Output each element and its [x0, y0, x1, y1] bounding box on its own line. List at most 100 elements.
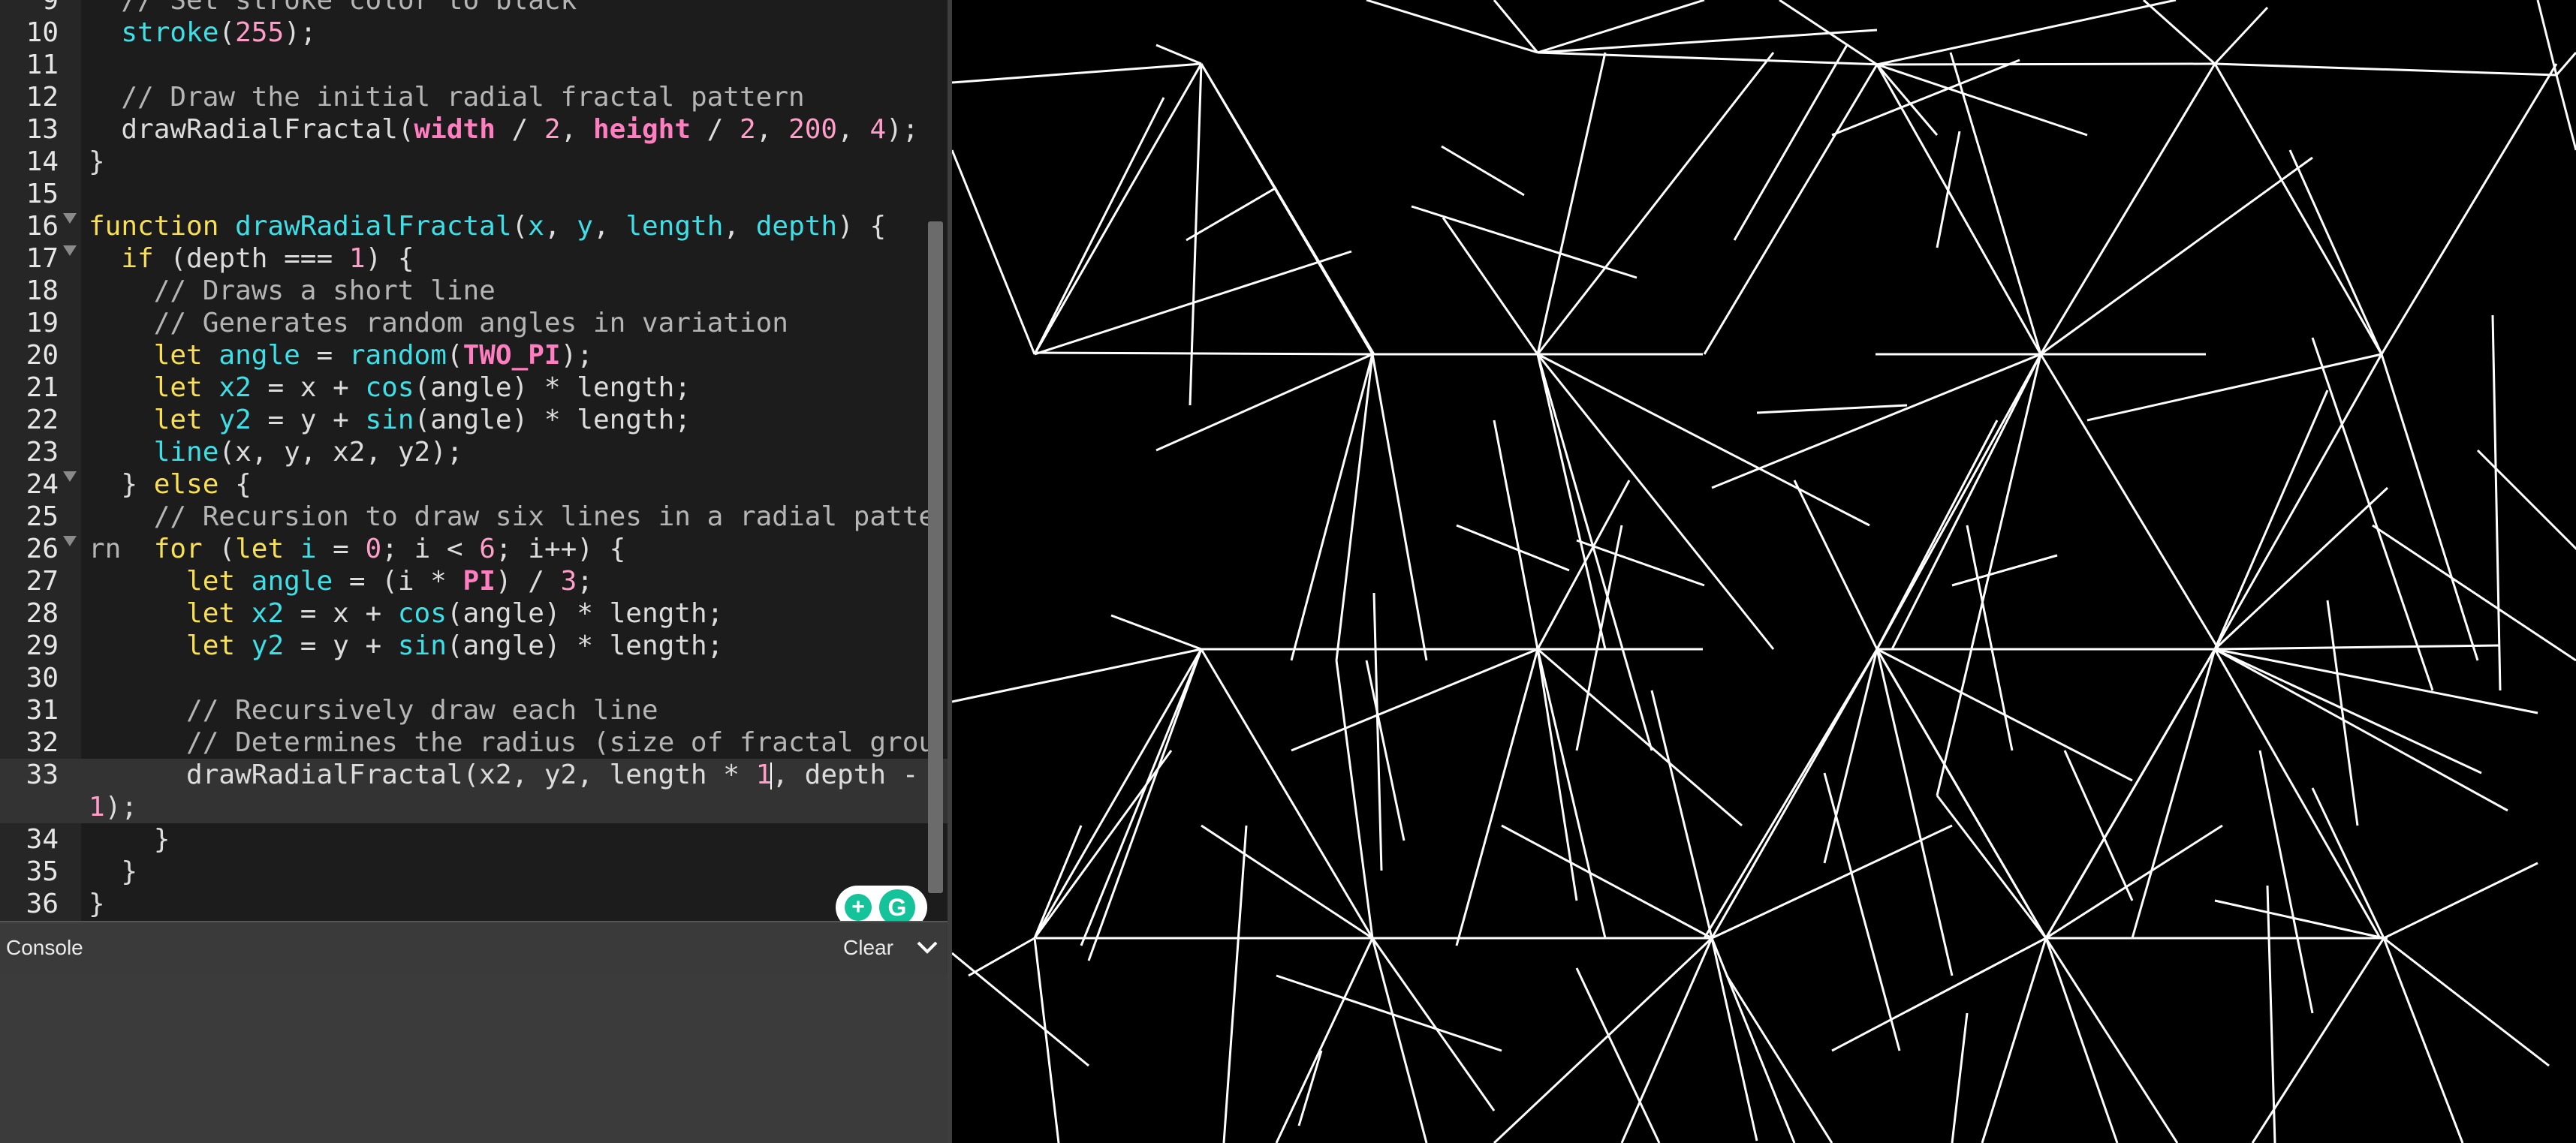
- code-line[interactable]: 16 function drawRadialFractal(x, y, lengt…: [0, 210, 948, 242]
- grammarly-logo-icon[interactable]: G: [879, 889, 915, 921]
- line-number: 30: [26, 663, 59, 693]
- code-line[interactable]: 17 if (depth === 1) {: [0, 242, 948, 275]
- code-text[interactable]: stroke(255);: [89, 17, 948, 49]
- console-header: Console Clear: [0, 921, 948, 975]
- code-token: // Draw the initial radial fractal patte…: [121, 82, 805, 113]
- code-text[interactable]: // Generates random angles in variation: [89, 307, 948, 339]
- fold-arrow-icon[interactable]: [63, 245, 77, 256]
- code-text[interactable]: }: [89, 146, 948, 178]
- code-line[interactable]: 36}: [0, 888, 948, 920]
- code-text[interactable]: for (let i = 0; i < 6; i++) {: [89, 533, 948, 565]
- code-line[interactable]: 10 stroke(255);: [0, 17, 948, 49]
- code-line[interactable]: 35 }: [0, 856, 948, 888]
- code-line[interactable]: 20 let angle = random(TWO_PI);: [0, 339, 948, 371]
- code-text[interactable]: let x2 = x + cos(angle) * length;: [89, 371, 948, 404]
- code-text[interactable]: }: [89, 823, 948, 856]
- code-text[interactable]: // Recursively draw each line: [89, 694, 948, 726]
- code-token: i: [300, 534, 317, 564]
- code-token: random: [348, 340, 447, 371]
- code-text[interactable]: let x2 = x + cos(angle) * length;: [89, 597, 948, 630]
- code-text[interactable]: drawRadialFractal(x2, y2, length * 1, de…: [89, 759, 948, 823]
- code-token: , depth -: [772, 759, 935, 790]
- code-token: // Recursively draw each line: [186, 695, 658, 726]
- code-text[interactable]: let y2 = y + sin(angle) * length;: [89, 404, 948, 436]
- code-line[interactable]: 29 let y2 = y + sin(angle) * length;: [0, 630, 948, 662]
- line-number: 27: [26, 566, 59, 597]
- fold-arrow-icon[interactable]: [63, 536, 77, 546]
- code-token: let: [186, 630, 236, 661]
- code-token: ,: [560, 114, 593, 145]
- code-line[interactable]: 31 // Recursively draw each line: [0, 694, 948, 726]
- code-line[interactable]: 34 }: [0, 823, 948, 856]
- code-token: );: [284, 17, 317, 48]
- code-text[interactable]: // Draw the initial radial fractal patte…: [89, 81, 948, 113]
- code-token: =: [300, 340, 349, 371]
- code-text[interactable]: line(x, y, x2, y2);: [89, 436, 948, 468]
- code-line[interactable]: 13 drawRadialFractal(width / 2, height /…: [0, 113, 948, 146]
- code-line[interactable]: 33 drawRadialFractal(x2, y2, length * 1,…: [0, 759, 948, 823]
- code-text[interactable]: let angle = random(TWO_PI);: [89, 339, 948, 371]
- code-line[interactable]: 9 // Set stroke color to black: [0, 0, 948, 17]
- code-line[interactable]: 25 // Recursion to draw six lines in a r…: [0, 501, 948, 564]
- code-line[interactable]: 28 let x2 = x + cos(angle) * length;: [0, 597, 948, 630]
- code-line[interactable]: 27 let angle = (i * PI) / 3;: [0, 565, 948, 597]
- code-text[interactable]: drawRadialFractal(width / 2, height / 2,…: [89, 113, 948, 146]
- code-editor[interactable]: 9 // Set stroke color to black 10 stroke(…: [0, 0, 948, 921]
- console-clear-button[interactable]: Clear: [843, 936, 893, 960]
- code-text[interactable]: let angle = (i * PI) / 3;: [89, 565, 948, 597]
- code-line[interactable]: 19 // Generates random angles in variati…: [0, 307, 948, 339]
- code-token: ) {: [837, 211, 887, 242]
- code-text[interactable]: // Set stroke color to black: [89, 0, 948, 17]
- line-number: 25: [26, 501, 59, 532]
- code-text[interactable]: let y2 = y + sin(angle) * length;: [89, 630, 948, 662]
- code-line[interactable]: 21 let x2 = x + cos(angle) * length;: [0, 371, 948, 404]
- code-text[interactable]: } else {: [89, 468, 948, 501]
- code-token: // Draws a short line: [153, 275, 496, 306]
- code-token: width: [414, 114, 496, 145]
- fold-arrow-icon[interactable]: [63, 213, 77, 224]
- line-number: 34: [26, 824, 59, 855]
- code-line[interactable]: 24 } else {: [0, 468, 948, 501]
- grammarly-plus-icon[interactable]: +: [845, 894, 872, 921]
- code-text[interactable]: }: [89, 856, 948, 888]
- code-line[interactable]: 14}: [0, 146, 948, 178]
- grammarly-widget[interactable]: + G: [836, 886, 927, 921]
- line-number: 32: [26, 727, 59, 758]
- code-token: ) /: [495, 566, 561, 597]
- code-token: =: [316, 534, 366, 564]
- fold-arrow-icon[interactable]: [63, 471, 77, 482]
- code-lines[interactable]: 9 // Set stroke color to black 10 stroke(…: [0, 0, 948, 920]
- line-number: 17: [26, 243, 59, 274]
- code-token: angle: [251, 566, 333, 597]
- fractal-lines: [952, 0, 2576, 1143]
- code-token: sin: [397, 630, 447, 661]
- code-line[interactable]: 23 line(x, y, x2, y2);: [0, 436, 948, 468]
- code-text[interactable]: }: [89, 888, 948, 920]
- chevron-down-icon[interactable]: [914, 934, 940, 960]
- editor-scrollbar[interactable]: [928, 221, 943, 893]
- code-token: ,: [837, 114, 870, 145]
- code-token: length: [625, 211, 724, 242]
- code-text[interactable]: function drawRadialFractal(x, y, length,…: [89, 210, 948, 242]
- code-line[interactable]: 32 // Determines the radius (size of fra…: [0, 726, 948, 790]
- line-number: 13: [26, 114, 59, 145]
- code-line[interactable]: 11: [0, 49, 948, 81]
- code-line[interactable]: 30: [0, 662, 948, 694]
- code-text[interactable]: // Draws a short line: [89, 275, 948, 307]
- code-token: ,: [755, 114, 789, 145]
- code-token: (: [511, 211, 529, 242]
- code-text[interactable]: if (depth === 1) {: [89, 242, 948, 275]
- code-line[interactable]: 12 // Draw the initial radial fractal pa…: [0, 81, 948, 113]
- code-token: 0: [365, 534, 382, 564]
- code-line[interactable]: 26 for (let i = 0; i < 6; i++) {: [0, 533, 948, 565]
- code-line[interactable]: 22 let y2 = y + sin(angle) * length;: [0, 404, 948, 436]
- code-token: TWO_PI: [462, 340, 561, 371]
- code-line[interactable]: 18 // Draws a short line: [0, 275, 948, 307]
- code-line[interactable]: 15: [0, 178, 948, 210]
